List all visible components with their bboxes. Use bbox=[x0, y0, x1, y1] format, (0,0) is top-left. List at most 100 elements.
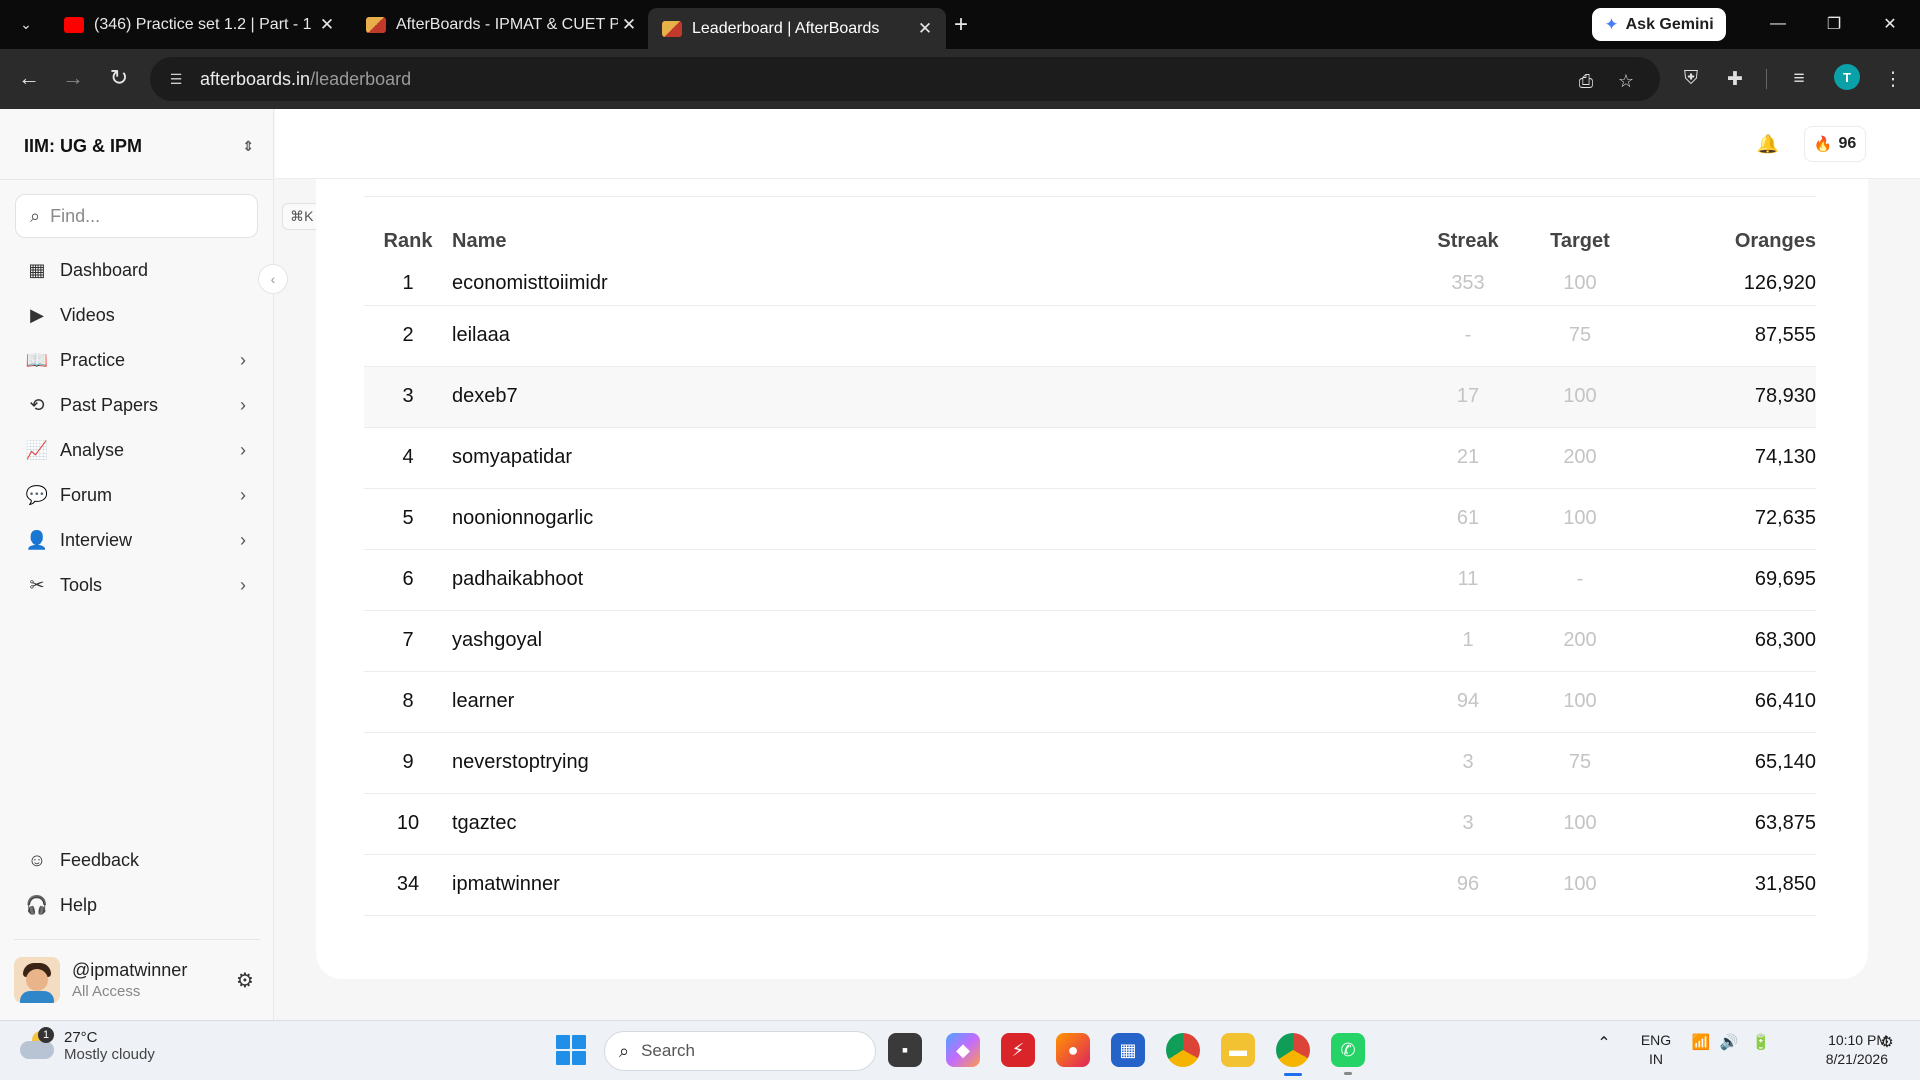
weather-cloud-icon: 1 bbox=[20, 1027, 54, 1061]
copilot-icon[interactable]: ◆ bbox=[946, 1033, 980, 1067]
avatar[interactable] bbox=[14, 957, 60, 1003]
table-row[interactable]: 34 ipmatwinner 96 100 31,850 bbox=[364, 854, 1816, 916]
close-tab-icon[interactable]: ✕ bbox=[618, 14, 640, 36]
restore-window-icon[interactable]: ❐ bbox=[1814, 10, 1854, 38]
sidebar-item-past-papers[interactable]: ⟲ Past Papers › bbox=[24, 387, 246, 423]
system-clock[interactable]: 10:10 PM 8/21/2026 bbox=[1788, 1031, 1888, 1069]
sidebar-item-feedback[interactable]: ☺ Feedback bbox=[24, 842, 246, 878]
app-bolt-icon[interactable]: ⚡ bbox=[1001, 1033, 1035, 1067]
sidebar-item-videos[interactable]: ▶ Videos bbox=[24, 297, 246, 333]
table-row[interactable]: 4 somyapatidar 21 200 74,130 bbox=[364, 427, 1816, 489]
streak-cell: 3 bbox=[1412, 793, 1524, 855]
rank-cell: 4 bbox=[364, 427, 452, 489]
table-row[interactable]: 5 noonionnogarlic 61 100 72,635 bbox=[364, 488, 1816, 550]
streak-cell: 96 bbox=[1412, 854, 1524, 916]
sidebar-item-label: Interview bbox=[60, 529, 133, 550]
new-tab-plus-icon[interactable]: + bbox=[948, 11, 974, 38]
sidebar-footer-divider bbox=[14, 939, 260, 940]
tab-search-chevron-icon[interactable]: ⌄ bbox=[14, 12, 38, 36]
streak-badge[interactable]: 🔥 96 bbox=[1804, 126, 1866, 162]
chrome-menu-icon[interactable]: ⋮ bbox=[1878, 64, 1908, 94]
site-info-tune-icon[interactable]: ☰ bbox=[166, 69, 186, 89]
table-row[interactable]: 10 tgaztec 3 100 63,875 bbox=[364, 793, 1816, 855]
workspace-switcher[interactable]: IIM: UG & IPM ⇕ bbox=[24, 131, 254, 161]
column-header-name[interactable]: Name bbox=[452, 219, 1412, 263]
table-row[interactable]: 9 neverstoptrying 3 75 65,140 bbox=[364, 732, 1816, 794]
sidebar-item-tools[interactable]: ✂ Tools › bbox=[24, 567, 246, 603]
file-explorer-icon[interactable]: ▬ bbox=[1221, 1033, 1255, 1067]
sidebar-item-practice[interactable]: 📖 Practice › bbox=[24, 342, 246, 378]
sidebar-item-analyse[interactable]: 📈 Analyse › bbox=[24, 432, 246, 468]
leaderboard-card: Rank Name Streak Target Oranges 1 economi… bbox=[316, 179, 1868, 979]
bookmark-star-icon[interactable]: ☆ bbox=[1612, 67, 1640, 95]
notification-center-icon[interactable]: ⚙ bbox=[1876, 1033, 1898, 1051]
firefox-icon[interactable]: ● bbox=[1056, 1033, 1090, 1067]
close-tab-icon[interactable]: ✕ bbox=[316, 14, 338, 36]
profile-avatar[interactable]: T bbox=[1834, 64, 1860, 90]
chevron-right-icon: › bbox=[240, 349, 246, 370]
taskbar-search[interactable]: ⌕ Search bbox=[604, 1031, 876, 1071]
close-tab-icon[interactable]: ✕ bbox=[914, 18, 936, 40]
sidebar-item-dashboard[interactable]: ▦ Dashboard bbox=[24, 252, 246, 288]
browser-tab-youtube[interactable]: (346) Practice set 1.2 | Part - 1 | ✕ bbox=[50, 8, 348, 42]
sidebar-item-interview[interactable]: 👤 Interview › bbox=[24, 522, 246, 558]
task-view-icon[interactable]: ▪ bbox=[888, 1033, 922, 1067]
table-row[interactable]: 2 leilaaa -75 87,555 bbox=[364, 305, 1816, 367]
column-header-target[interactable]: Target bbox=[1524, 219, 1636, 263]
afterboards-favicon-icon bbox=[662, 20, 682, 37]
back-arrow-icon[interactable]: ← bbox=[14, 63, 44, 93]
afterboards-favicon-icon bbox=[366, 17, 386, 33]
notification-bell-icon[interactable]: 🔔 bbox=[1755, 131, 1781, 157]
address-bar[interactable]: ☰ afterboards.in/leaderboard ⎙ ☆ bbox=[150, 57, 1660, 101]
table-row[interactable]: 8 learner 94 100 66,410 bbox=[364, 671, 1816, 733]
weather-widget[interactable]: 1 27°C Mostly cloudy bbox=[20, 1027, 155, 1063]
rank-cell: 5 bbox=[364, 488, 452, 550]
table-row[interactable]: 1 economisttoiimidr 353 100 126,920 bbox=[364, 263, 1816, 306]
media-queue-icon[interactable]: ≡ bbox=[1784, 64, 1814, 94]
browser-tab-leaderboard[interactable]: Leaderboard | AfterBoards ✕ bbox=[648, 8, 946, 49]
column-header-oranges[interactable]: Oranges bbox=[1636, 219, 1816, 263]
battery-icon[interactable]: 🔋 bbox=[1748, 1033, 1774, 1051]
minimize-window-icon[interactable]: — bbox=[1758, 10, 1798, 38]
person-icon: 👤 bbox=[25, 529, 49, 550]
table-row[interactable]: 7 yashgoyal 1 200 68,300 bbox=[364, 610, 1816, 672]
settings-gear-icon[interactable]: ⚙ bbox=[230, 968, 260, 993]
input-language[interactable]: ENG IN bbox=[1636, 1031, 1676, 1069]
sidebar-item-help[interactable]: 🎧 Help bbox=[24, 887, 246, 923]
oranges-cell: 69,695 bbox=[1636, 549, 1816, 611]
volume-icon[interactable]: 🔊 bbox=[1718, 1033, 1740, 1051]
browser-tab-afterboards[interactable]: AfterBoards - IPMAT & CUET Pr ✕ bbox=[352, 8, 650, 42]
table-row[interactable]: 6 padhaikabhoot 11-69,695 bbox=[364, 549, 1816, 611]
windows-start-icon[interactable] bbox=[556, 1035, 586, 1065]
microsoft-store-icon[interactable]: ▦ bbox=[1111, 1033, 1145, 1067]
user-handle: @ipmatwinner bbox=[72, 960, 188, 980]
streak-cell: 3 bbox=[1412, 732, 1524, 794]
whatsapp-icon[interactable]: ✆ bbox=[1331, 1033, 1365, 1075]
name-cell: dexeb7 bbox=[452, 366, 1412, 428]
install-app-icon[interactable]: ⎙ bbox=[1572, 67, 1600, 95]
sidebar-item-label: Forum bbox=[60, 484, 113, 505]
extensions-puzzle-icon[interactable]: ✚ bbox=[1720, 64, 1750, 94]
sidebar-search[interactable]: ⌕ ⌘K bbox=[15, 194, 322, 238]
column-header-streak[interactable]: Streak bbox=[1412, 219, 1524, 263]
ask-gemini-button[interactable]: ✦ Ask Gemini bbox=[1592, 8, 1726, 41]
tray-chevron-up-icon[interactable]: ⌃ bbox=[1594, 1033, 1614, 1053]
clock-time: 10:10 PM bbox=[1828, 1032, 1888, 1048]
name-cell: learner bbox=[452, 671, 1412, 733]
collapse-sidebar-chevron-left-icon[interactable]: ‹ bbox=[258, 264, 288, 294]
wifi-icon[interactable]: 📶 bbox=[1690, 1033, 1712, 1051]
user-card[interactable]: @ipmatwinner All Access ⚙ bbox=[14, 954, 260, 1006]
table-row[interactable]: 3 dexeb7 17 100 78,930 bbox=[364, 366, 1816, 428]
forward-arrow-icon[interactable]: → bbox=[58, 63, 88, 93]
search-icon: ⌕ bbox=[619, 1040, 630, 1061]
rank-cell: 34 bbox=[364, 854, 452, 916]
column-header-rank[interactable]: Rank bbox=[364, 219, 452, 263]
extension-shield-icon[interactable]: ⛨ bbox=[1676, 64, 1706, 94]
search-input[interactable] bbox=[50, 205, 283, 227]
sidebar-item-forum[interactable]: 💬 Forum › bbox=[24, 477, 246, 513]
chrome-profile-icon[interactable] bbox=[1276, 1033, 1310, 1076]
reload-icon[interactable]: ↻ bbox=[104, 63, 134, 93]
user-plan: All Access bbox=[72, 983, 141, 1000]
chrome-icon[interactable] bbox=[1166, 1033, 1200, 1067]
close-window-icon[interactable]: ✕ bbox=[1870, 10, 1910, 38]
